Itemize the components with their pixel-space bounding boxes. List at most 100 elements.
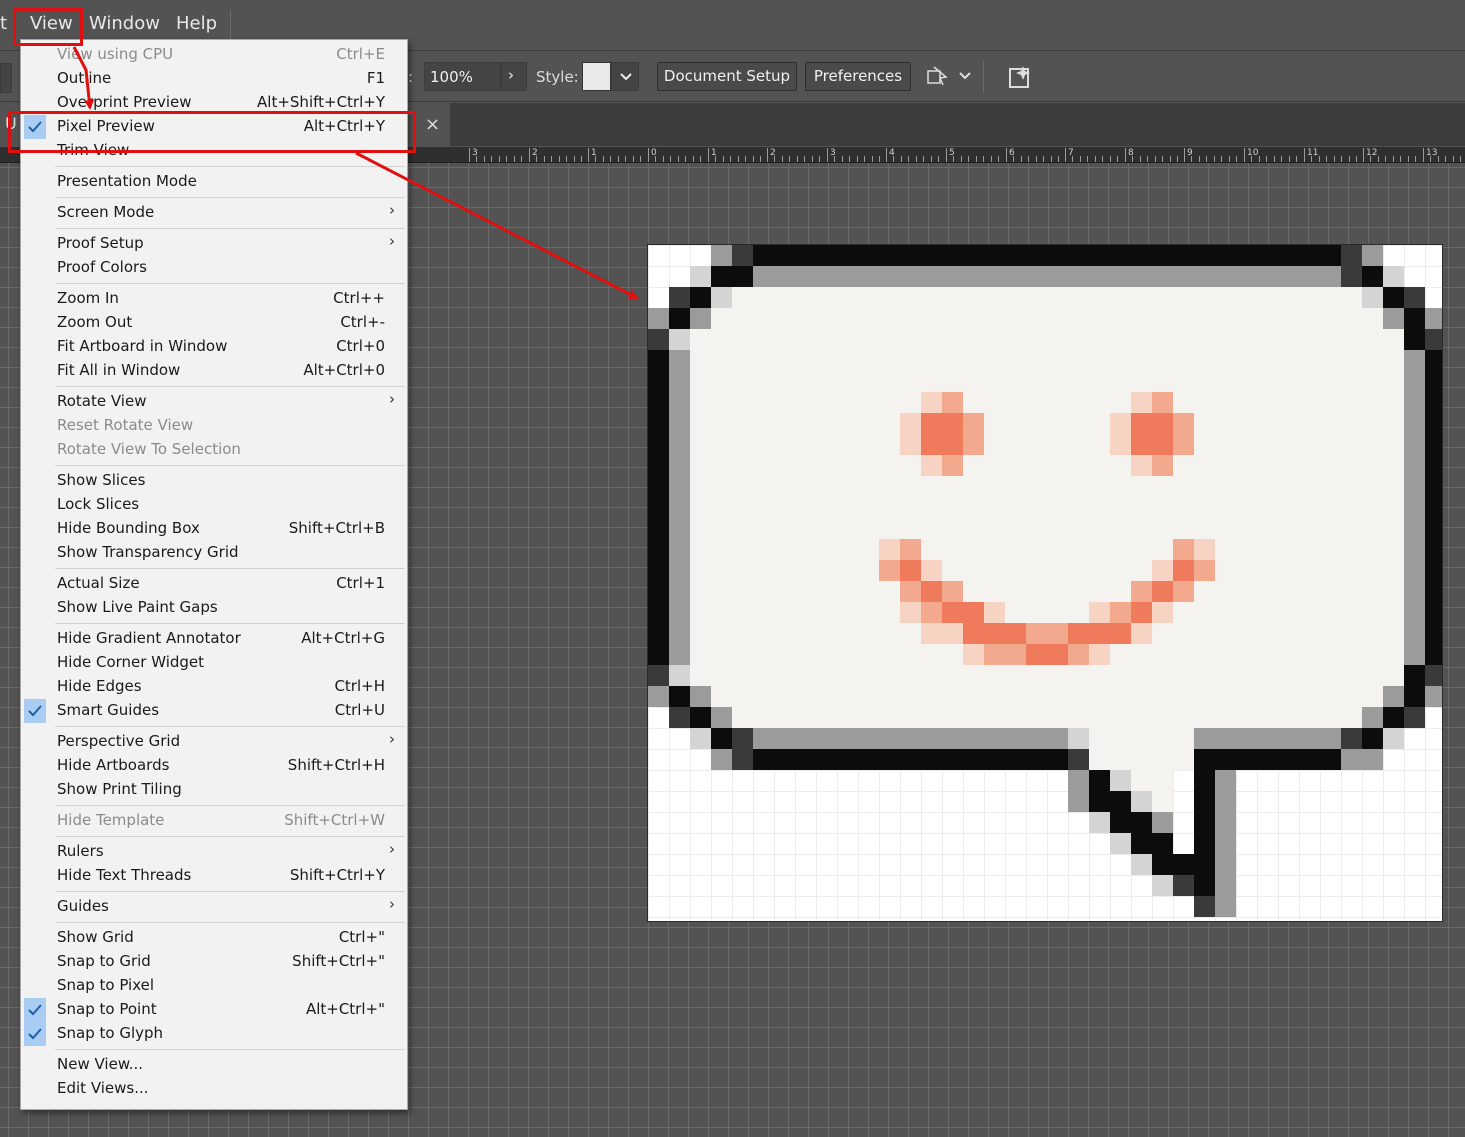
art-pixel bbox=[1194, 896, 1215, 917]
art-pixel bbox=[774, 581, 795, 602]
menu-item-actual-size[interactable]: Actual Size Ctrl+1 bbox=[21, 572, 407, 596]
menu-item-edit-views[interactable]: Edit Views... bbox=[21, 1077, 407, 1101]
menu-help[interactable]: Help bbox=[176, 13, 217, 34]
menu-item-label: Hide Gradient Annotator bbox=[57, 629, 241, 647]
menu-item-fit-all-in-window[interactable]: Fit All in Window Alt+Ctrl+0 bbox=[21, 359, 407, 383]
menu-item-hide-edges[interactable]: Hide Edges Ctrl+H bbox=[21, 675, 407, 699]
art-pixel bbox=[795, 707, 816, 728]
art-pixel bbox=[942, 413, 963, 434]
style-dropdown-button[interactable] bbox=[611, 62, 639, 91]
opacity-input[interactable]: 100% bbox=[424, 62, 501, 91]
art-pixel bbox=[753, 245, 774, 266]
art-pixel bbox=[1005, 581, 1026, 602]
art-pixel bbox=[795, 665, 816, 686]
menu-item-hide-text-threads[interactable]: Hide Text Threads Shift+Ctrl+Y bbox=[21, 864, 407, 888]
menu-item-smart-guides[interactable]: Smart Guides Ctrl+U bbox=[21, 699, 407, 723]
ruler-label: 12 bbox=[1366, 148, 1378, 158]
document-setup-button[interactable]: Document Setup bbox=[657, 62, 797, 91]
menu-item-show-live-paint-gaps[interactable]: Show Live Paint Gaps bbox=[21, 596, 407, 620]
art-pixel bbox=[1362, 749, 1383, 770]
menu-item-guides[interactable]: Guides › bbox=[21, 895, 407, 919]
menu-item-snap-to-glyph[interactable]: Snap to Glyph bbox=[21, 1022, 407, 1046]
art-pixel bbox=[1047, 392, 1068, 413]
art-pixel bbox=[1194, 518, 1215, 539]
art-pixel bbox=[1425, 329, 1442, 350]
menu-item-hide-corner-widget[interactable]: Hide Corner Widget bbox=[21, 651, 407, 675]
art-pixel bbox=[837, 602, 858, 623]
art-pixel bbox=[1026, 476, 1047, 497]
art-pixel bbox=[900, 371, 921, 392]
art-pixel bbox=[711, 434, 732, 455]
art-pixel bbox=[1131, 623, 1152, 644]
menu-item-proof-setup[interactable]: Proof Setup › bbox=[21, 232, 407, 256]
menu-item-hide-bounding-box[interactable]: Hide Bounding Box Shift+Ctrl+B bbox=[21, 517, 407, 541]
art-pixel bbox=[1215, 581, 1236, 602]
menu-item-show-transparency-grid[interactable]: Show Transparency Grid bbox=[21, 541, 407, 565]
ruler-major-tick bbox=[469, 148, 470, 162]
art-pixel bbox=[1278, 392, 1299, 413]
art-pixel bbox=[1089, 602, 1110, 623]
menu-item-hide-artboards[interactable]: Hide Artboards Shift+Ctrl+H bbox=[21, 754, 407, 778]
quick-action-button[interactable] bbox=[1006, 62, 1036, 92]
ruler-minor-tick bbox=[842, 156, 843, 162]
opacity-expand-button[interactable]: › bbox=[501, 62, 527, 91]
menu-item-label: Snap to Grid bbox=[57, 952, 151, 970]
ruler-major-tick bbox=[1184, 148, 1185, 162]
menu-item-show-grid[interactable]: Show Grid Ctrl+" bbox=[21, 926, 407, 950]
art-pixel bbox=[1110, 413, 1131, 434]
art-pixel bbox=[753, 308, 774, 329]
art-pixel bbox=[669, 476, 690, 497]
menu-item-proof-colors[interactable]: Proof Colors bbox=[21, 256, 407, 280]
ruler-major-tick bbox=[1065, 148, 1066, 162]
art-pixel bbox=[753, 686, 774, 707]
art-pixel bbox=[942, 707, 963, 728]
artboard[interactable] bbox=[647, 244, 1443, 922]
menu-item-perspective-grid[interactable]: Perspective Grid › bbox=[21, 730, 407, 754]
ruler-minor-tick bbox=[1400, 156, 1401, 162]
menu-item-fit-artboard-in-window[interactable]: Fit Artboard in Window Ctrl+0 bbox=[21, 335, 407, 359]
menu-window[interactable]: Window bbox=[89, 13, 160, 34]
art-pixel bbox=[1173, 686, 1194, 707]
menu-item-screen-mode[interactable]: Screen Mode › bbox=[21, 201, 407, 225]
art-pixel bbox=[837, 287, 858, 308]
submenu-chevron-icon: › bbox=[389, 730, 395, 748]
art-pixel bbox=[837, 539, 858, 560]
art-pixel bbox=[732, 644, 753, 665]
art-pixel bbox=[1278, 665, 1299, 686]
control-partial-box[interactable] bbox=[0, 63, 12, 93]
ruler-minor-tick bbox=[1378, 156, 1379, 162]
menu-item-zoom-in[interactable]: Zoom In Ctrl++ bbox=[21, 287, 407, 311]
menu-object-partial[interactable]: t bbox=[0, 13, 7, 34]
art-pixel bbox=[1257, 686, 1278, 707]
menu-separator bbox=[55, 836, 405, 837]
menu-item-snap-to-point[interactable]: Snap to Point Alt+Ctrl+" bbox=[21, 998, 407, 1022]
menu-item-zoom-out[interactable]: Zoom Out Ctrl+- bbox=[21, 311, 407, 335]
art-pixel bbox=[1089, 434, 1110, 455]
art-pixel bbox=[1236, 245, 1257, 266]
art-pixel bbox=[1341, 455, 1362, 476]
art-pixel bbox=[900, 455, 921, 476]
preferences-button[interactable]: Preferences bbox=[805, 62, 911, 91]
menu-item-snap-to-pixel[interactable]: Snap to Pixel bbox=[21, 974, 407, 998]
menu-item-presentation-mode[interactable]: Presentation Mode bbox=[21, 170, 407, 194]
submenu-chevron-icon: › bbox=[389, 201, 395, 219]
art-pixel bbox=[774, 434, 795, 455]
menu-item-rotate-view[interactable]: Rotate View › bbox=[21, 390, 407, 414]
arrange-documents-button[interactable] bbox=[924, 63, 974, 91]
menu-item-show-print-tiling[interactable]: Show Print Tiling bbox=[21, 778, 407, 802]
menu-item-snap-to-grid[interactable]: Snap to Grid Shift+Ctrl+" bbox=[21, 950, 407, 974]
menu-item-lock-slices[interactable]: Lock Slices bbox=[21, 493, 407, 517]
menu-item-new-view[interactable]: New View... bbox=[21, 1053, 407, 1077]
ruler-minor-tick bbox=[1199, 156, 1200, 162]
ruler-major-tick bbox=[1304, 148, 1305, 162]
close-icon[interactable]: × bbox=[425, 114, 440, 135]
menu-item-outline[interactable]: Outline F1 bbox=[21, 67, 407, 91]
art-pixel bbox=[1236, 287, 1257, 308]
art-pixel bbox=[1131, 308, 1152, 329]
menu-item-hide-gradient-annotator[interactable]: Hide Gradient Annotator Alt+Ctrl+G bbox=[21, 627, 407, 651]
style-swatch[interactable] bbox=[582, 62, 611, 91]
art-pixel bbox=[753, 539, 774, 560]
menu-item-rulers[interactable]: Rulers › bbox=[21, 840, 407, 864]
art-pixel bbox=[963, 245, 984, 266]
menu-item-show-slices[interactable]: Show Slices bbox=[21, 469, 407, 493]
